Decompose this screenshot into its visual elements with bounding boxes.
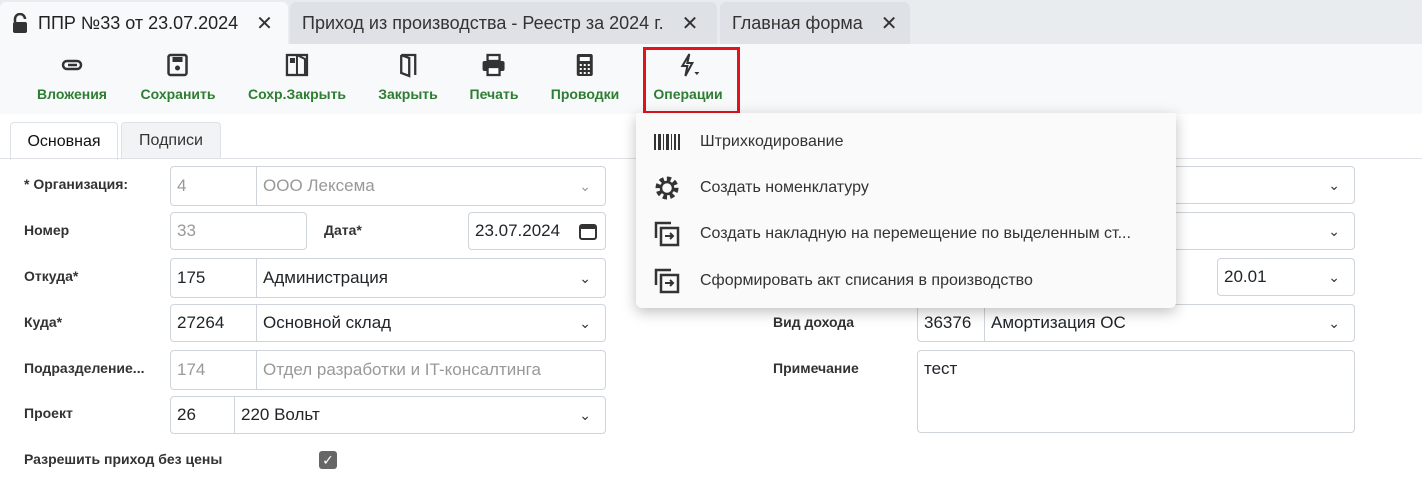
chevron-down-icon[interactable]: ⌄: [1328, 315, 1340, 332]
tab-label: Приход из производства - Реестр за 2024 …: [302, 12, 664, 33]
to-select[interactable]: Основной склад ⌄: [257, 304, 606, 342]
tab-ppr[interactable]: ППР №33 от 23.07.2024 ✕: [0, 2, 288, 44]
print-button[interactable]: Печать: [469, 52, 519, 102]
calendar-icon: [579, 224, 597, 240]
dept-select[interactable]: Отдел разработки и IT-консалтинга: [257, 350, 606, 390]
project-code-input[interactable]: 26: [170, 396, 235, 434]
to-label: Куда*: [24, 314, 63, 330]
tab-registry[interactable]: Приход из производства - Реестр за 2024 …: [290, 2, 717, 44]
save-close-icon: [285, 53, 309, 77]
menu-item-barcoding[interactable]: Штрихкодирование: [636, 122, 1176, 162]
close-icon[interactable]: ✕: [682, 11, 699, 36]
attachments-button[interactable]: Вложения: [37, 52, 107, 102]
save-button[interactable]: Сохранить: [140, 52, 216, 102]
printer-icon: [482, 53, 505, 77]
allow-no-price-label: Разрешить приход без цены: [24, 451, 223, 467]
chevron-down-icon[interactable]: ⌄: [1328, 269, 1340, 286]
postings-button[interactable]: Проводки: [551, 52, 619, 102]
menu-item-create-nomenclature[interactable]: Создать номенклатуру: [636, 168, 1176, 208]
save-close-button[interactable]: Сохр.Закрыть: [248, 52, 346, 102]
from-select[interactable]: Администрация ⌄: [257, 258, 606, 298]
highlight-box: [643, 47, 740, 114]
org-label: * Организация:: [24, 176, 129, 192]
from-label: Откуда*: [24, 268, 79, 284]
tab-main-form[interactable]: Главная форма ✕: [720, 2, 910, 44]
chevron-down-icon[interactable]: ⌄: [579, 178, 591, 195]
tab-main[interactable]: Основная: [10, 122, 118, 160]
allow-no-price-checkbox[interactable]: ✓: [319, 451, 337, 469]
dept-label: Подразделение...: [24, 360, 145, 376]
account-select[interactable]: 20.01 ⌄: [1217, 258, 1355, 296]
chevron-down-icon[interactable]: ⌄: [579, 270, 591, 287]
menu-item-write-off-act[interactable]: Сформировать акт списания в производство: [636, 261, 1176, 301]
paperclip-icon: [61, 59, 83, 71]
org-select[interactable]: ООО Лексема ⌄: [257, 166, 606, 206]
date-input[interactable]: 23.07.2024: [468, 212, 606, 250]
project-select[interactable]: 220 Вольт ⌄: [235, 396, 606, 434]
chevron-down-icon[interactable]: ⌄: [579, 407, 591, 424]
tab-label: ППР №33 от 23.07.2024: [38, 12, 239, 33]
chevron-down-icon[interactable]: ⌄: [1328, 223, 1340, 240]
door-icon: [399, 53, 417, 78]
copy-icon: [654, 221, 680, 247]
close-icon[interactable]: ✕: [881, 11, 898, 36]
toolbar-button-label: Печать: [469, 86, 519, 102]
income-select[interactable]: Амортизация ОС ⌄: [985, 304, 1355, 342]
dept-code-input[interactable]: 174: [170, 350, 257, 390]
note-label: Примечание: [773, 360, 859, 376]
menu-item-create-transfer[interactable]: Создать накладную на перемещение по выде…: [636, 214, 1176, 254]
close-button[interactable]: Закрыть: [378, 52, 438, 102]
toolbar-button-label: Сохранить: [140, 86, 216, 102]
tab-label: Главная форма: [732, 12, 863, 33]
operations-menu: Штрихкодирование Создать номенклатуру Со…: [636, 113, 1176, 308]
chevron-down-icon[interactable]: ⌄: [579, 315, 591, 332]
toolbar-button-label: Сохр.Закрыть: [247, 86, 347, 102]
tab-signatures[interactable]: Подписи: [121, 122, 221, 159]
to-code-input[interactable]: 27264: [170, 304, 257, 342]
toolbar-button-label: Вложения: [37, 86, 107, 102]
close-icon[interactable]: ✕: [256, 11, 273, 36]
barcode-icon: [654, 134, 680, 150]
note-textarea[interactable]: тест: [917, 350, 1355, 433]
project-label: Проект: [24, 405, 73, 421]
date-label: Дата*: [324, 222, 362, 238]
lock-open-icon: [13, 13, 27, 33]
gear-icon: [655, 176, 679, 200]
toolbar-button-label: Закрыть: [378, 86, 438, 102]
number-input[interactable]: 33: [170, 212, 307, 250]
number-label: Номер: [24, 222, 70, 238]
toolbar-button-label: Проводки: [550, 86, 620, 102]
calculator-icon: [577, 54, 593, 76]
chevron-down-icon[interactable]: ⌄: [1328, 177, 1340, 194]
org-code-input[interactable]: 4: [170, 166, 257, 206]
save-icon: [167, 53, 189, 77]
income-label: Вид дохода: [773, 314, 855, 330]
copy-icon: [654, 268, 680, 294]
from-code-input[interactable]: 175: [170, 258, 257, 298]
income-code-input[interactable]: 36376: [917, 304, 985, 342]
